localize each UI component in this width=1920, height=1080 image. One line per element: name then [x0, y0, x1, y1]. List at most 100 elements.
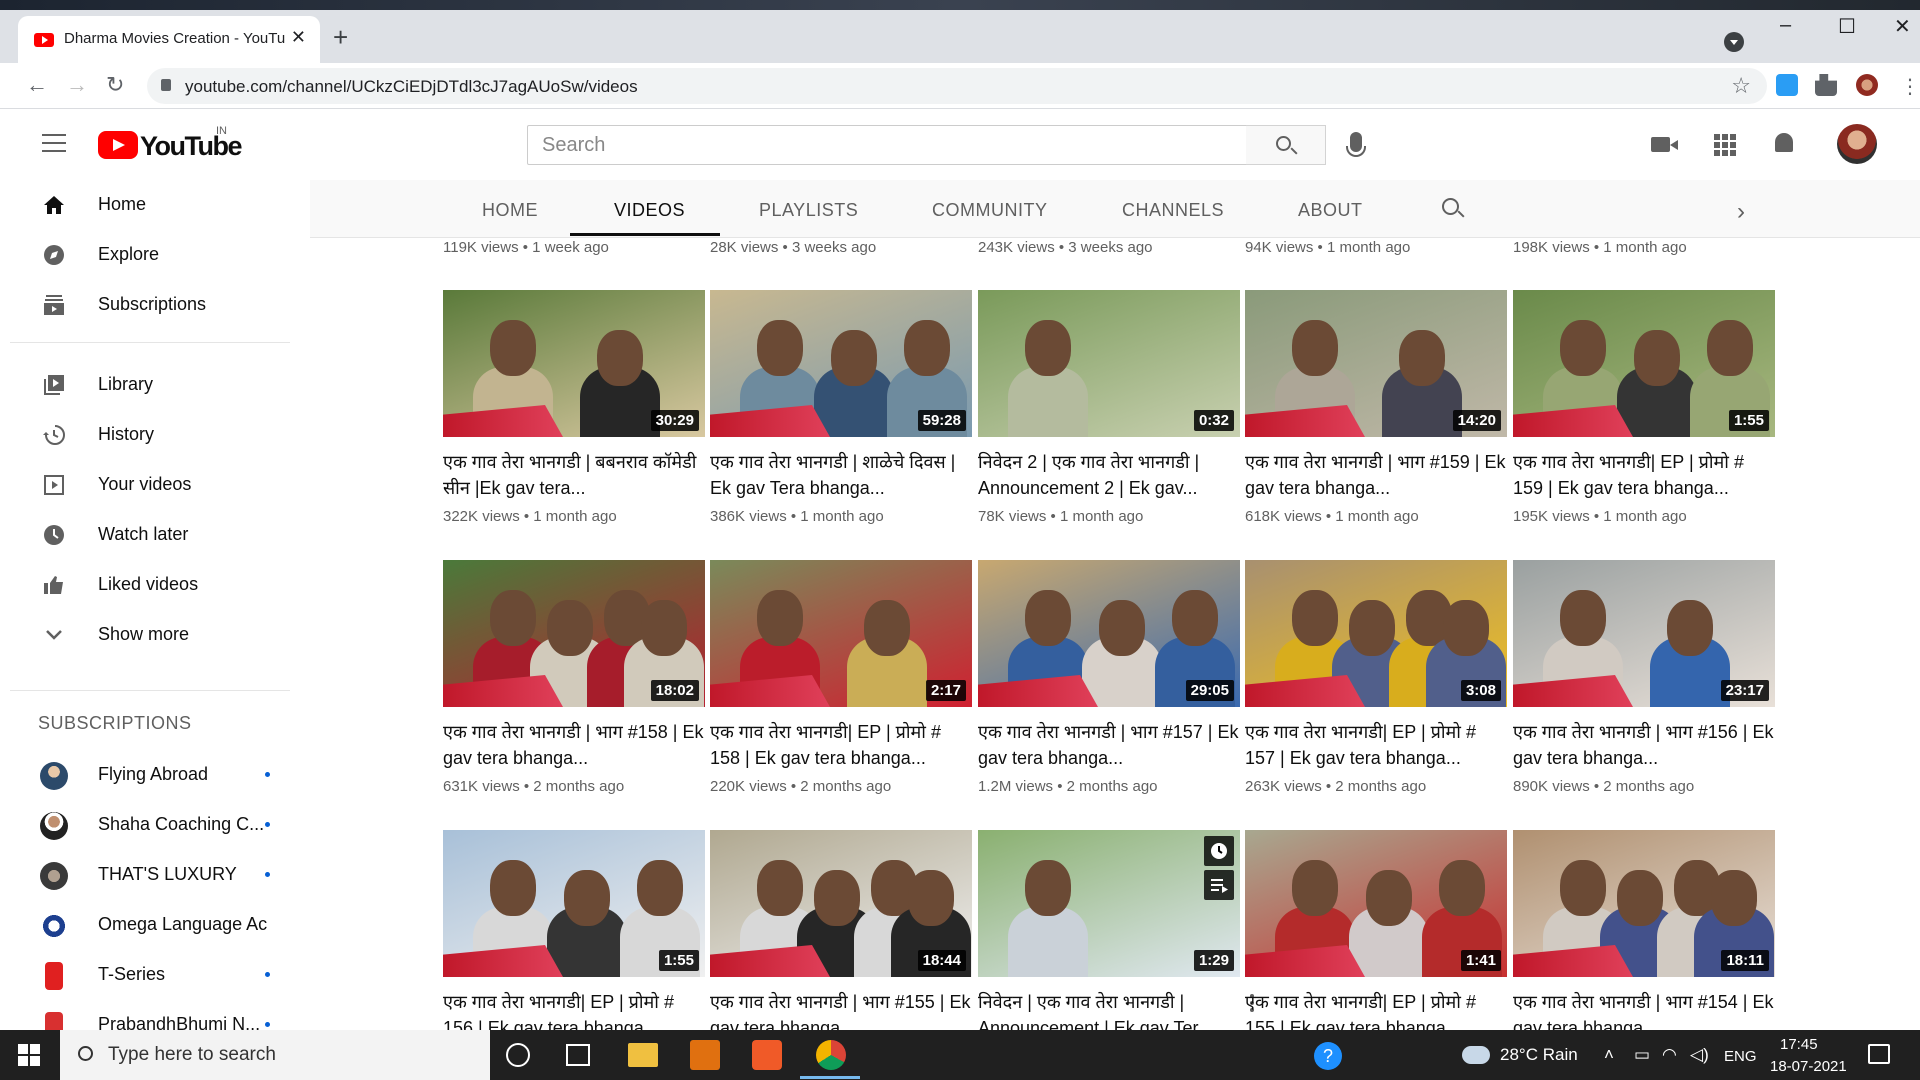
- thumbnail-face: [490, 590, 536, 646]
- video-title[interactable]: एक गाव तेरा भानगडी | शाळेचे दिवस | Ek ga…: [710, 449, 972, 501]
- video-thumbnail[interactable]: 59:28: [710, 290, 972, 437]
- show-hidden-icons-icon[interactable]: ˄: [1604, 1045, 1614, 1065]
- subscription-item[interactable]: Shaha Coaching C...: [0, 800, 290, 850]
- clock-time[interactable]: 17:45: [1780, 1036, 1818, 1053]
- app-icon[interactable]: [752, 1040, 782, 1070]
- file-explorer-icon[interactable]: [628, 1043, 658, 1067]
- video-title[interactable]: एक गाव तेरा भानगडी| EP | प्रोमो # 158 | …: [710, 719, 972, 771]
- create-video-icon[interactable]: [1651, 137, 1678, 152]
- video-thumbnail[interactable]: 1:55: [1513, 290, 1775, 437]
- sidebar-item-your-videos[interactable]: Your videos: [0, 460, 290, 510]
- subscriptions-heading: SUBSCRIPTIONS: [38, 713, 192, 733]
- language-indicator[interactable]: ENG: [1724, 1048, 1757, 1065]
- reload-icon[interactable]: ↻: [106, 72, 124, 98]
- bookmark-star-icon[interactable]: ☆: [1731, 73, 1751, 99]
- account-avatar[interactable]: [1837, 124, 1877, 164]
- tab-search-icon[interactable]: [1724, 32, 1744, 52]
- apps-grid-icon[interactable]: [1714, 134, 1736, 156]
- add-to-queue-icon[interactable]: [1204, 870, 1234, 900]
- chrome-taskbar-icon[interactable]: [816, 1040, 846, 1070]
- search-button[interactable]: [1246, 125, 1326, 165]
- task-view-icon[interactable]: [566, 1044, 590, 1066]
- window-close-icon[interactable]: ✕: [1894, 14, 1911, 39]
- notifications-bell-icon[interactable]: [1775, 133, 1793, 152]
- sidebar-item-show-more[interactable]: Show more: [0, 610, 290, 660]
- tab-about[interactable]: ABOUT: [1298, 200, 1363, 221]
- sidebar-item-liked-videos[interactable]: Liked videos: [0, 560, 290, 610]
- youtube-logo-icon[interactable]: [98, 131, 138, 159]
- taskbar-search-box[interactable]: Type here to search: [60, 1030, 490, 1080]
- watch-later-icon[interactable]: [1204, 836, 1234, 866]
- windows-start-icon[interactable]: [18, 1044, 40, 1066]
- microphone-icon[interactable]: [1346, 132, 1366, 157]
- tab-home[interactable]: HOME: [482, 200, 538, 221]
- sidebar-item-label: Subscriptions: [98, 294, 207, 314]
- video-thumbnail[interactable]: 29:05: [978, 560, 1240, 707]
- video-title[interactable]: एक गाव तेरा भानगडी| EP | प्रोमो # 159 | …: [1513, 449, 1775, 501]
- video-thumbnail[interactable]: 30:29: [443, 290, 705, 437]
- search-input[interactable]: [527, 125, 1247, 165]
- series-logo-badge: [710, 945, 830, 977]
- channel-search-icon[interactable]: [1442, 198, 1459, 215]
- tab-channels[interactable]: CHANNELS: [1122, 200, 1224, 221]
- cortana-icon[interactable]: [506, 1043, 530, 1067]
- video-thumbnail[interactable]: 2:17: [710, 560, 972, 707]
- battery-icon[interactable]: ▭: [1634, 1045, 1650, 1065]
- subscription-item[interactable]: THAT'S LUXURY: [0, 850, 290, 900]
- video-duration: 1:41: [1460, 950, 1501, 971]
- maximize-icon[interactable]: ☐: [1838, 14, 1856, 39]
- video-thumbnail[interactable]: 18:44: [710, 830, 972, 977]
- video-thumbnail[interactable]: 1:55: [443, 830, 705, 977]
- thumbnail-face: [908, 870, 954, 926]
- forward-icon[interactable]: →: [66, 72, 88, 98]
- profile-avatar-icon[interactable]: [1856, 74, 1878, 96]
- video-thumbnail[interactable]: 18:11: [1513, 830, 1775, 977]
- video-title[interactable]: एक गाव तेरा भानगडी| EP | प्रोमो # 157 | …: [1245, 719, 1507, 771]
- tab-playlists[interactable]: PLAYLISTS: [759, 200, 858, 221]
- video-title[interactable]: एक गाव तेरा भानगडी | भाग #158 | Ek gav t…: [443, 719, 705, 771]
- sidebar-item-watch-later[interactable]: Watch later: [0, 510, 290, 560]
- sidebar-item-explore[interactable]: Explore: [0, 230, 290, 280]
- sidebar-item-subscriptions[interactable]: Subscriptions: [0, 280, 290, 330]
- sidebar-item-label: History: [98, 424, 155, 444]
- video-title[interactable]: एक गाव तेरा भानगडी | भाग #159 | Ek gav t…: [1245, 449, 1507, 501]
- chevron-right-icon[interactable]: ›: [1737, 198, 1745, 226]
- video-thumbnail[interactable]: 14:20: [1245, 290, 1507, 437]
- video-thumbnail[interactable]: 1:41: [1245, 830, 1507, 977]
- wifi-icon[interactable]: ◠: [1662, 1045, 1677, 1065]
- video-thumbnail[interactable]: 23:17: [1513, 560, 1775, 707]
- video-title[interactable]: एक गाव तेरा भानगडी | भाग #156 | Ek gav t…: [1513, 719, 1775, 771]
- sidebar-item-history[interactable]: History: [0, 410, 290, 460]
- thumbnail-face: [1292, 320, 1338, 376]
- chrome-menu-icon[interactable]: ⋮: [1900, 74, 1920, 99]
- video-title[interactable]: एक गाव तेरा भानगडी | भाग #157 | Ek gav t…: [978, 719, 1240, 771]
- extension-icon[interactable]: [1776, 74, 1798, 96]
- tab-community[interactable]: COMMUNITY: [932, 200, 1048, 221]
- notification-center-icon[interactable]: [1868, 1044, 1890, 1064]
- video-duration: 18:44: [917, 950, 966, 971]
- sublime-text-icon[interactable]: [690, 1040, 720, 1070]
- tab-close-icon[interactable]: ✕: [291, 27, 306, 48]
- new-tab-icon[interactable]: +: [333, 22, 348, 53]
- video-thumbnail[interactable]: 0:32: [978, 290, 1240, 437]
- minimize-icon[interactable]: –: [1780, 14, 1791, 37]
- video-title[interactable]: एक गाव तेरा भानगडी | बबनराव कॉमेडी सीन |…: [443, 449, 705, 501]
- browser-tab[interactable]: Dharma Movies Creation - YouTu ✕: [18, 16, 320, 63]
- help-icon[interactable]: ?: [1314, 1042, 1342, 1070]
- clock-date[interactable]: 18-07-2021: [1770, 1058, 1847, 1075]
- video-title[interactable]: निवेदन 2 | एक गाव तेरा भानगडी | Announce…: [978, 449, 1240, 501]
- back-icon[interactable]: ←: [26, 72, 48, 98]
- menu-icon[interactable]: [42, 134, 66, 152]
- subscription-item[interactable]: Omega Language Ac...: [0, 900, 290, 950]
- video-thumbnail[interactable]: 3:08: [1245, 560, 1507, 707]
- subscription-item[interactable]: T-Series: [0, 950, 290, 1000]
- volume-icon[interactable]: ◁): [1690, 1045, 1709, 1065]
- video-thumbnail[interactable]: 18:02: [443, 560, 705, 707]
- weather-text[interactable]: 28°C Rain: [1500, 1045, 1578, 1065]
- address-bar[interactable]: youtube.com/channel/UCkzCiEDjDTdl3cJ7agA…: [147, 68, 1767, 104]
- tab-videos[interactable]: VIDEOS: [614, 200, 685, 221]
- sidebar-item-library[interactable]: Library: [0, 360, 290, 410]
- sidebar-item-home[interactable]: Home: [0, 180, 290, 230]
- subscription-item[interactable]: Flying Abroad: [0, 750, 290, 800]
- video-thumbnail[interactable]: 1:29: [978, 830, 1240, 977]
